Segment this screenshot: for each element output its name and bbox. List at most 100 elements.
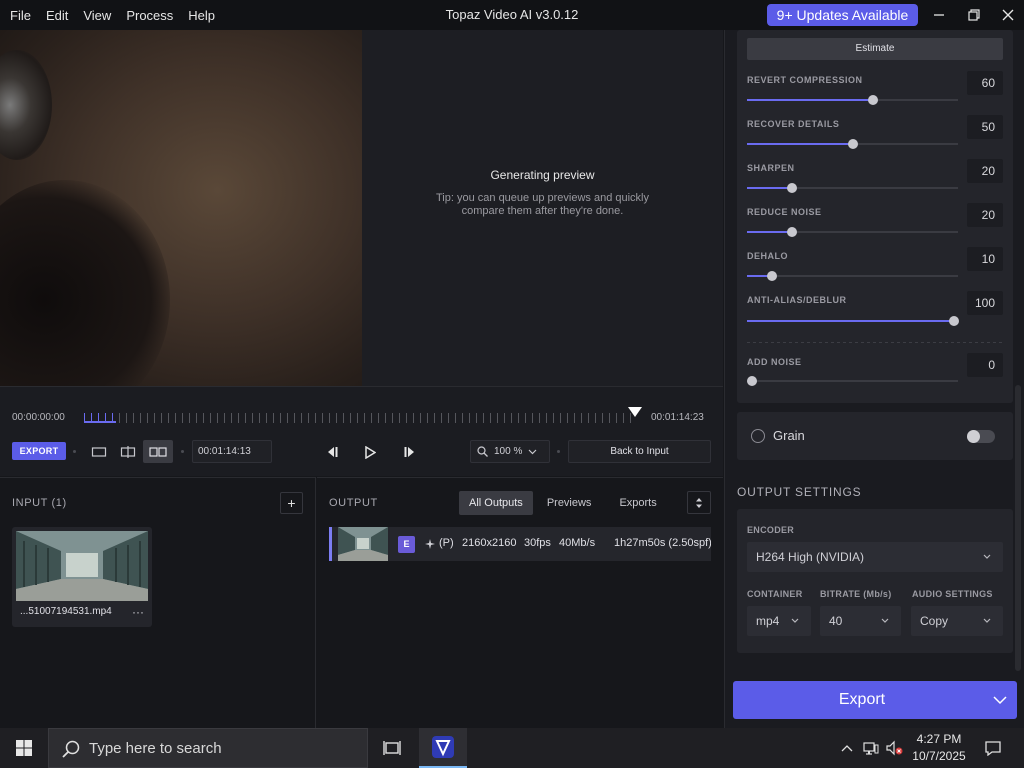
notifications-icon[interactable]: [976, 728, 1010, 768]
frame-shadow-region: [0, 180, 170, 386]
output-fps: 30fps: [524, 537, 551, 549]
chevron-down-icon[interactable]: [993, 696, 1007, 705]
zoom-icon: [477, 446, 488, 457]
chevron-down-icon: [528, 449, 537, 454]
taskbar-clock[interactable]: 4:27 PM 10/7/2025: [906, 731, 972, 765]
search-icon: [62, 740, 80, 758]
recover-details-value[interactable]: 50: [967, 115, 1003, 139]
recover-details-slider[interactable]: [747, 139, 958, 149]
anti-alias-deblur-slider-handle[interactable]: [949, 316, 959, 326]
dehalo-slider[interactable]: [747, 271, 958, 281]
corridor-thumbnail-art: [16, 531, 148, 601]
preview-tip: Tip: you can queue up previews and quick…: [436, 192, 649, 217]
tab-exports[interactable]: Exports: [605, 491, 670, 515]
input-thumbnail: [16, 531, 148, 601]
input-panel-title: INPUT (1): [12, 497, 67, 509]
export-preview-button[interactable]: EXPORT: [12, 442, 66, 460]
menu-view[interactable]: View: [78, 8, 116, 23]
separator-dot: [557, 450, 560, 453]
search-placeholder: Type here to search: [89, 740, 222, 757]
timeline-selection[interactable]: [84, 413, 116, 423]
minimize-icon[interactable]: [929, 5, 949, 25]
dehalo-label: DEHALO: [747, 251, 788, 261]
more-options-icon[interactable]: ···: [132, 605, 144, 619]
grain-radio[interactable]: [751, 429, 765, 443]
sharpen-slider[interactable]: [747, 183, 958, 193]
grain-card: Grain: [737, 412, 1013, 460]
export-button[interactable]: Export: [733, 681, 1017, 719]
separator-dot: [73, 450, 76, 453]
grain-toggle[interactable]: [967, 430, 995, 443]
audio-settings-select[interactable]: Copy: [911, 606, 1003, 636]
tab-previews[interactable]: Previews: [533, 491, 606, 515]
audio-settings-value: Copy: [920, 614, 949, 628]
menu-file[interactable]: File: [5, 8, 36, 23]
tab-all-outputs[interactable]: All Outputs: [459, 491, 533, 515]
close-icon[interactable]: [998, 5, 1018, 25]
revert-compression-value[interactable]: 60: [967, 71, 1003, 95]
playhead-icon[interactable]: [628, 407, 642, 417]
anti-alias-deblur-label: ANTI-ALIAS/DEBLUR: [747, 295, 847, 305]
grain-label: Grain: [773, 428, 805, 443]
network-icon[interactable]: [860, 728, 882, 768]
sort-icon[interactable]: [687, 491, 711, 514]
output-row[interactable]: E (P) 2160x2160 30fps 40Mb/s 1h27m50s (2…: [329, 527, 711, 561]
add-noise-slider-handle[interactable]: [747, 376, 757, 386]
previous-frame-icon[interactable]: [323, 443, 341, 461]
estimate-button[interactable]: Estimate: [747, 38, 1003, 60]
bitrate-select[interactable]: 40: [820, 606, 901, 636]
timeline-start-time: 00:00:00:00: [12, 412, 65, 423]
sidebar-scrollbar[interactable]: [1015, 385, 1021, 671]
recover-details-label: RECOVER DETAILS: [747, 119, 840, 129]
audio-settings-label: AUDIO SETTINGS: [912, 589, 993, 599]
current-timecode[interactable]: 00:01:14:13: [192, 440, 272, 463]
encoder-select[interactable]: H264 High (NVIDIA): [747, 542, 1003, 572]
sparkle-icon: [425, 539, 435, 549]
anti-alias-deblur-slider[interactable]: [747, 316, 959, 326]
preview-status: Generating preview: [490, 168, 595, 182]
reduce-noise-value[interactable]: 20: [967, 203, 1003, 227]
input-frame-image: [0, 30, 362, 386]
dehalo-slider-fill: [747, 275, 768, 277]
reduce-noise-slider[interactable]: [747, 227, 958, 237]
bitrate-value: 40: [829, 614, 843, 628]
recover-details-slider-handle[interactable]: [848, 139, 858, 149]
container-select[interactable]: mp4: [747, 606, 811, 636]
sharpen-label: SHARPEN: [747, 163, 795, 173]
bitrate-label: BITRATE (Mb/s): [820, 589, 892, 599]
anti-alias-deblur-value[interactable]: 100: [967, 291, 1003, 315]
revert-compression-slider[interactable]: [747, 95, 958, 105]
taskbar-search-box[interactable]: Type here to search: [48, 728, 368, 768]
chevron-down-icon: [983, 618, 991, 623]
play-icon[interactable]: [361, 443, 379, 461]
restore-icon[interactable]: [964, 5, 984, 25]
tray-chevron-up-icon[interactable]: [836, 728, 858, 768]
add-noise-value[interactable]: 0: [967, 353, 1003, 377]
dehalo-value[interactable]: 10: [967, 247, 1003, 271]
toggle-knob: [967, 430, 980, 443]
settings-sidebar: Estimate REVERT COMPRESSION 60 RECOVER DET…: [724, 30, 1024, 728]
next-frame-icon[interactable]: [401, 443, 419, 461]
split-view-icon[interactable]: [114, 440, 142, 463]
task-view-icon[interactable]: [368, 728, 416, 768]
recover-details-slider-fill: [747, 143, 850, 145]
input-file-card[interactable]: ...51007194531.mp4 ···: [12, 527, 152, 627]
volume-muted-icon[interactable]: [883, 728, 905, 768]
menu-help[interactable]: Help: [183, 8, 220, 23]
zoom-select[interactable]: 100 %: [470, 440, 550, 463]
menu-edit[interactable]: Edit: [41, 8, 73, 23]
side-by-side-view-icon[interactable]: [143, 440, 173, 463]
menu-process[interactable]: Process: [121, 8, 178, 23]
chevron-down-icon: [791, 618, 799, 623]
single-view-icon[interactable]: [85, 440, 113, 463]
add-noise-label: ADD NOISE: [747, 357, 802, 367]
timeline-scrubber[interactable]: [84, 413, 632, 423]
topaz-app-icon[interactable]: [419, 728, 467, 768]
zoom-value: 100 %: [494, 446, 523, 457]
back-to-input-button[interactable]: Back to Input: [568, 440, 711, 463]
add-input-button[interactable]: +: [280, 492, 303, 514]
add-noise-slider[interactable]: [747, 376, 958, 386]
updates-button[interactable]: 9+ Updates Available: [767, 4, 918, 26]
windows-start-icon[interactable]: [0, 728, 48, 768]
sharpen-value[interactable]: 20: [967, 159, 1003, 183]
